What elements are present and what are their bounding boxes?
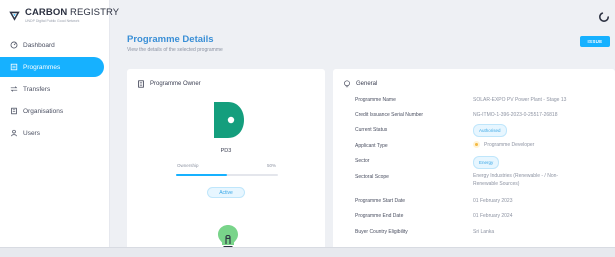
ownership-progress-bar bbox=[176, 174, 278, 176]
programme-owner-heading: Programme Owner bbox=[137, 80, 201, 88]
start-date-value: 01 February 2023 bbox=[473, 198, 513, 204]
ownership-value: 50% bbox=[267, 163, 277, 168]
dashboard-icon bbox=[9, 41, 18, 50]
sidebar-item-organisations[interactable]: Organisations bbox=[0, 101, 110, 121]
current-status-value: Authorised bbox=[473, 124, 507, 137]
sidebar-item-label: Dashboard bbox=[23, 41, 55, 49]
loading-spinner-icon bbox=[599, 12, 609, 22]
sector-value: Energy bbox=[473, 156, 500, 169]
serial-number-value: NG-ITMO-1-396-2023-0-25517-26818 bbox=[473, 112, 558, 118]
sector-label: Sector bbox=[355, 158, 370, 164]
sidebar: CARBON REGISTRY UNDP Digital Public Good… bbox=[0, 0, 119, 257]
programme-name-label: Programme Name bbox=[355, 97, 396, 103]
buyer-country-label: Buyer Country Eligibility bbox=[355, 229, 408, 235]
sidebar-item-label: Organisations bbox=[23, 107, 64, 115]
buyer-country-value: Sri Lanka bbox=[473, 229, 495, 235]
page-title: Programme Details bbox=[127, 34, 214, 45]
organisations-icon bbox=[9, 107, 18, 116]
serial-number-label: Credit Issuance Serial Number bbox=[355, 112, 424, 118]
transfers-icon bbox=[9, 85, 18, 94]
current-status-label: Current Status bbox=[355, 127, 388, 133]
app-logo[interactable]: CARBON REGISTRY UNDP Digital Public Good… bbox=[8, 7, 119, 23]
ownership-label: Ownership bbox=[177, 163, 199, 168]
end-date-label: Programme End Date bbox=[355, 213, 404, 219]
owner-logo-icon bbox=[214, 102, 244, 138]
sidebar-item-programmes[interactable]: Programmes bbox=[0, 57, 104, 77]
page-subtitle: View the details of the selected program… bbox=[127, 47, 223, 53]
sidebar-item-label: Transfers bbox=[23, 85, 51, 93]
sidebar-item-label: Programmes bbox=[23, 63, 61, 71]
applicant-type-value: Programme Developer bbox=[473, 141, 534, 149]
sidebar-item-label: Users bbox=[23, 129, 40, 137]
programmes-icon bbox=[9, 63, 18, 72]
developer-icon bbox=[473, 141, 480, 149]
current-status-badge: Authorised bbox=[473, 124, 507, 137]
sidebar-item-users[interactable]: Users bbox=[0, 123, 110, 143]
lightbulb-outline-icon bbox=[343, 80, 351, 88]
sectoral-scope-value: Energy Industries (Renewable - / Non-Ren… bbox=[473, 173, 559, 187]
owner-status-badge: Active bbox=[207, 187, 245, 198]
carbon-registry-logo-icon bbox=[9, 11, 20, 21]
app-subtitle: UNDP Digital Public Good Network bbox=[25, 19, 80, 23]
users-icon bbox=[9, 129, 18, 138]
sector-badge: Energy bbox=[473, 156, 500, 169]
end-date-value: 01 February 2024 bbox=[473, 213, 513, 219]
issue-button[interactable]: ISSUE bbox=[580, 36, 610, 47]
programme-name-value: SOLAR-EXPO PV Power Plant - Stage 13 bbox=[473, 97, 567, 103]
sectoral-scope-label: Sectoral Scope bbox=[355, 174, 389, 180]
start-date-label: Programme Start Date bbox=[355, 198, 406, 204]
app-title: CARBON REGISTRY bbox=[25, 7, 120, 18]
general-heading: General bbox=[343, 80, 377, 88]
horizontal-scrollbar[interactable] bbox=[0, 247, 615, 257]
building-icon bbox=[137, 80, 145, 88]
sidebar-item-transfers[interactable]: Transfers bbox=[0, 79, 110, 99]
owner-name: PD3 bbox=[220, 148, 232, 154]
sidebar-item-dashboard[interactable]: Dashboard bbox=[0, 35, 110, 55]
ownership-progress-fill bbox=[176, 174, 227, 176]
applicant-type-label: Applicant Type bbox=[355, 143, 388, 149]
sidebar-nav: Dashboard Programmes Transfers Organisat… bbox=[0, 35, 110, 145]
